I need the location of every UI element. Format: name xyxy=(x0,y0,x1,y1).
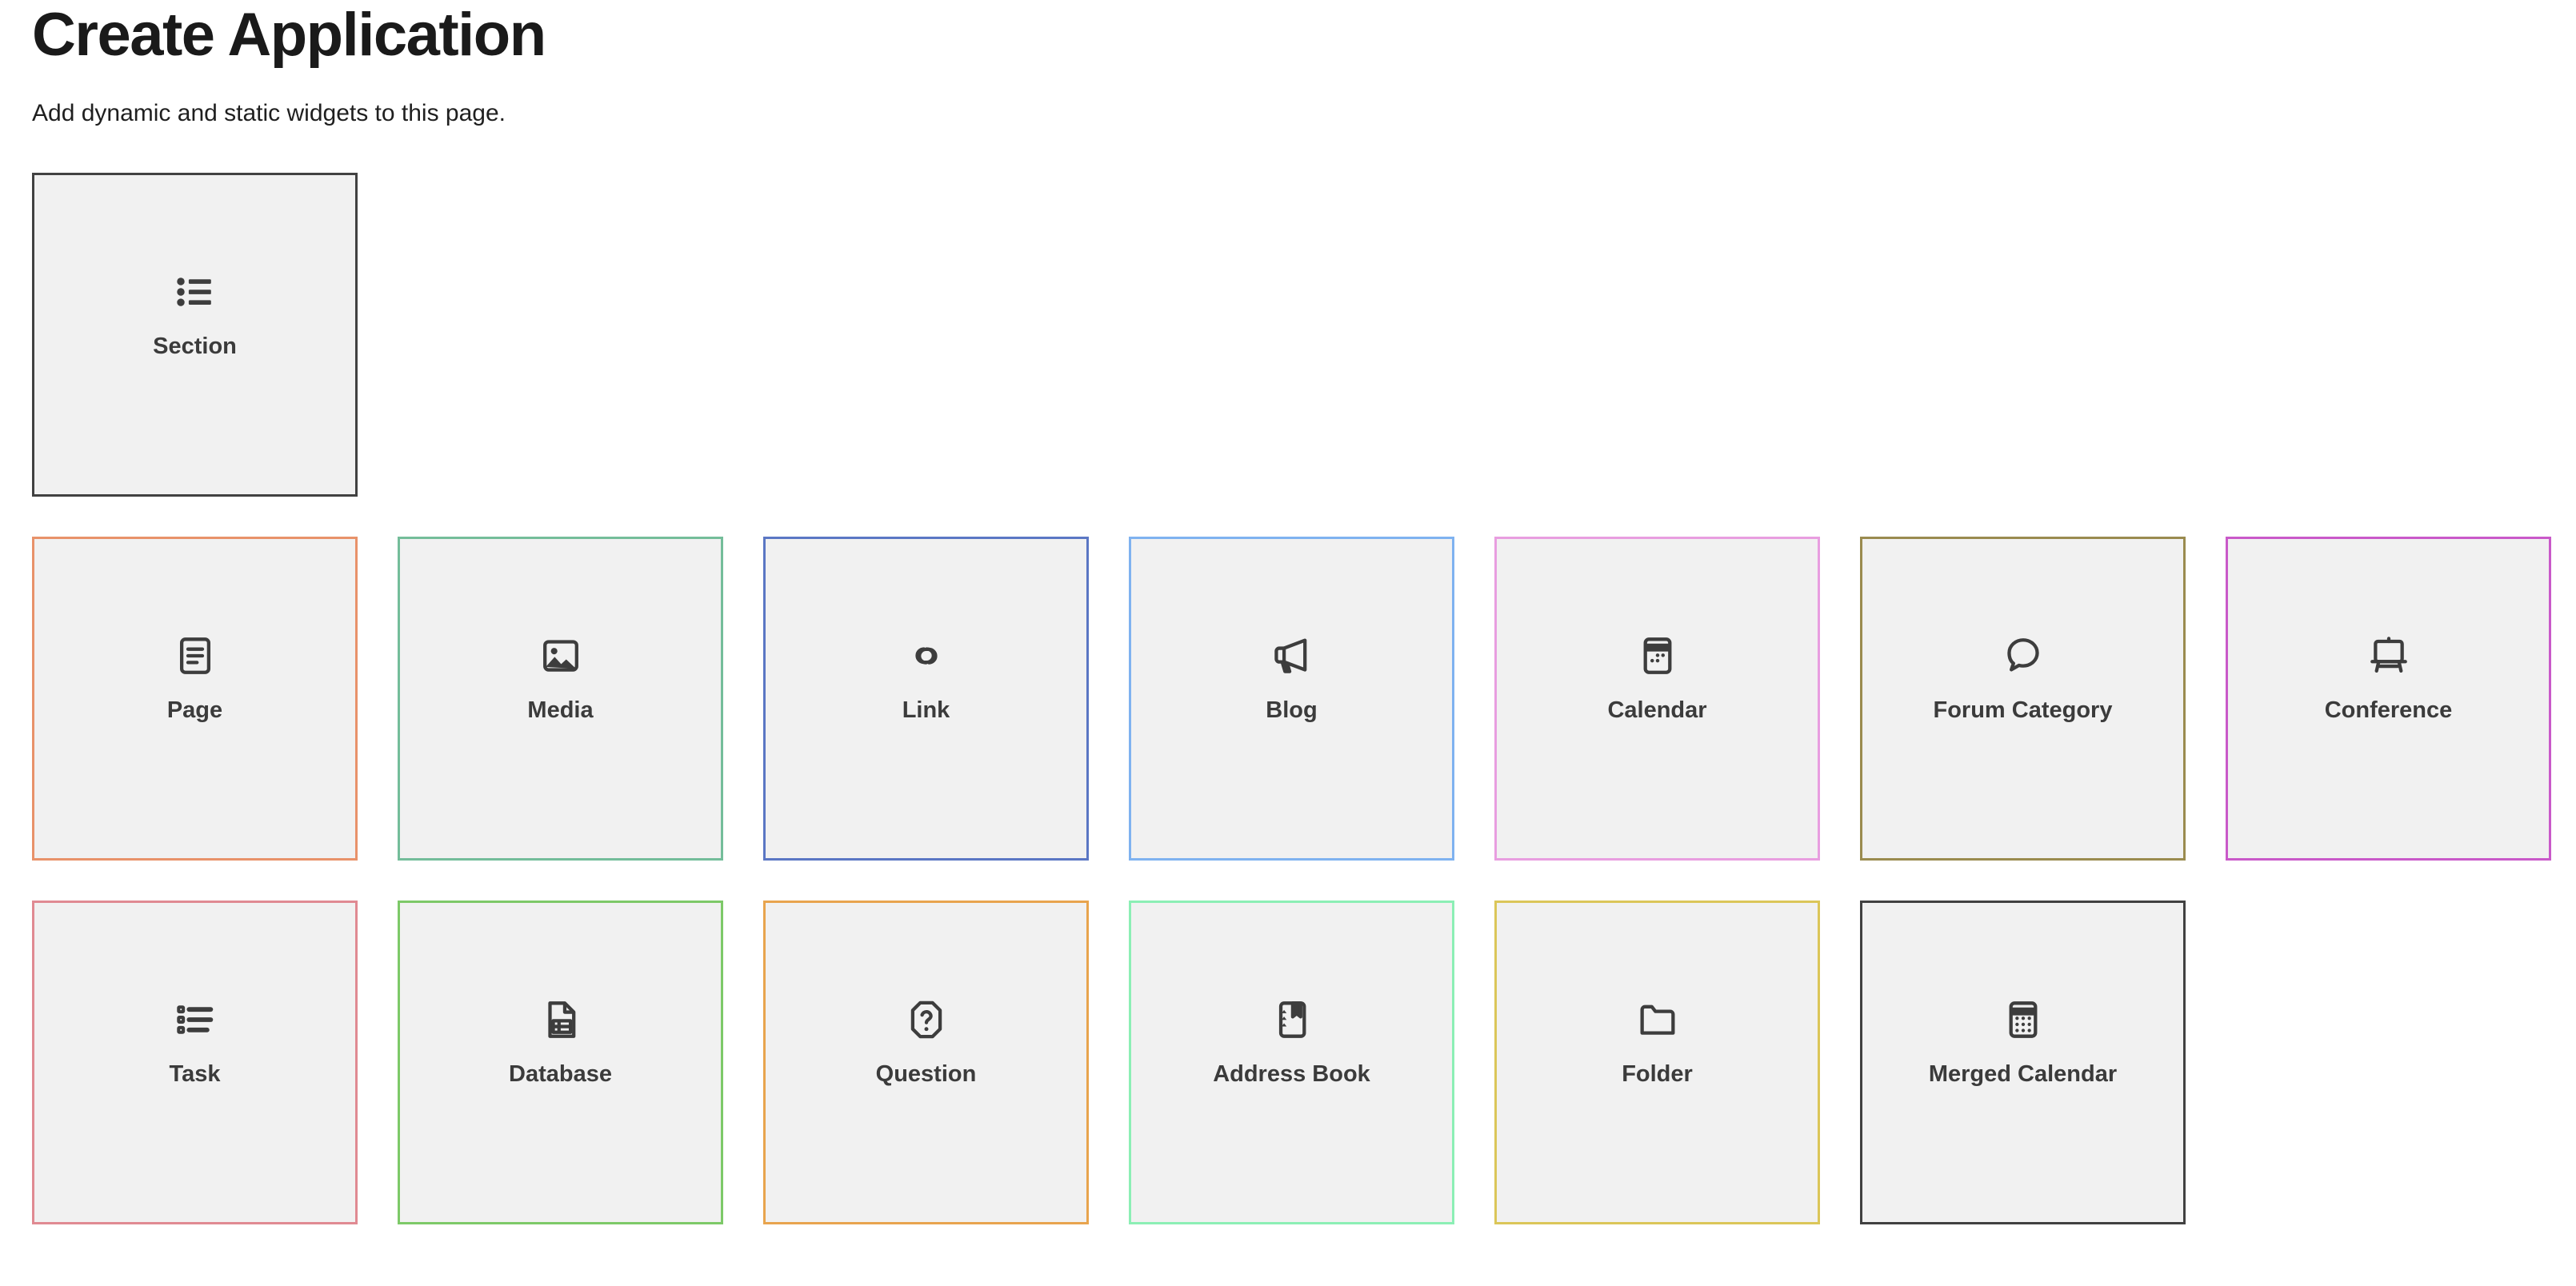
widget-card-label: Blog xyxy=(1266,697,1318,723)
speech-bubble-icon xyxy=(2001,633,2046,678)
calendar-icon xyxy=(1635,633,1680,678)
question-octagon-icon xyxy=(904,997,949,1042)
widget-card-label: Forum Category xyxy=(1933,697,2113,723)
checklist-icon xyxy=(173,997,218,1042)
widget-card-media[interactable]: Media xyxy=(398,537,723,861)
widget-card-folder[interactable]: Folder xyxy=(1494,901,1820,1224)
document-lines-icon xyxy=(173,633,218,678)
bulleted-list-icon xyxy=(173,270,218,314)
widget-card-page[interactable]: Page xyxy=(32,537,358,861)
widget-card-address-book[interactable]: Address Book xyxy=(1129,901,1454,1224)
widget-card-label: Task xyxy=(169,1061,221,1087)
primary-widget-row: Page Media Link Blog Calendar Forum Category C… xyxy=(32,537,2551,861)
widget-card-forum-category[interactable]: Forum Category xyxy=(1860,537,2186,861)
widget-card-label: Address Book xyxy=(1213,1061,1370,1087)
presentation-easel-icon xyxy=(2366,633,2411,678)
page-subtitle: Add dynamic and static widgets to this p… xyxy=(32,100,506,126)
widget-card-label: Section xyxy=(153,333,237,359)
widget-card-label: Database xyxy=(509,1061,612,1087)
widget-card-label: Calendar xyxy=(1607,697,1707,723)
calendar-dots-icon xyxy=(2001,997,2046,1042)
create-application-page: Create Application Add dynamic and stati… xyxy=(0,0,2576,1286)
chain-link-icon xyxy=(904,633,949,678)
megaphone-icon xyxy=(1270,633,1314,678)
widget-card-label: Question xyxy=(875,1061,977,1087)
widget-card-conference[interactable]: Conference xyxy=(2226,537,2551,861)
widget-card-label: Media xyxy=(527,697,594,723)
widget-card-label: Page xyxy=(166,697,223,723)
widget-card-calendar[interactable]: Calendar xyxy=(1494,537,1820,861)
folder-icon xyxy=(1635,997,1680,1042)
section-widget-row: Section xyxy=(32,173,2544,497)
document-table-icon xyxy=(538,997,583,1042)
page-title: Create Application xyxy=(32,1,546,69)
widget-card-label: Conference xyxy=(2324,697,2453,723)
widget-card-link[interactable]: Link xyxy=(763,537,1089,861)
image-icon xyxy=(538,633,583,678)
bookmark-book-icon xyxy=(1270,997,1314,1042)
widget-card-database[interactable]: Database xyxy=(398,901,723,1224)
widget-card-label: Folder xyxy=(1622,1061,1693,1087)
widget-card-section[interactable]: Section xyxy=(32,173,358,497)
widget-card-task[interactable]: Task xyxy=(32,901,358,1224)
widget-card-label: Link xyxy=(902,697,950,723)
widget-card-question[interactable]: Question xyxy=(763,901,1089,1224)
widget-card-blog[interactable]: Blog xyxy=(1129,537,1454,861)
secondary-widget-row: Task Database Question Address Book Folder Me… xyxy=(32,901,2544,1224)
widget-card-label: Merged Calendar xyxy=(1928,1061,2118,1087)
widget-card-merged-calendar[interactable]: Merged Calendar xyxy=(1860,901,2186,1224)
